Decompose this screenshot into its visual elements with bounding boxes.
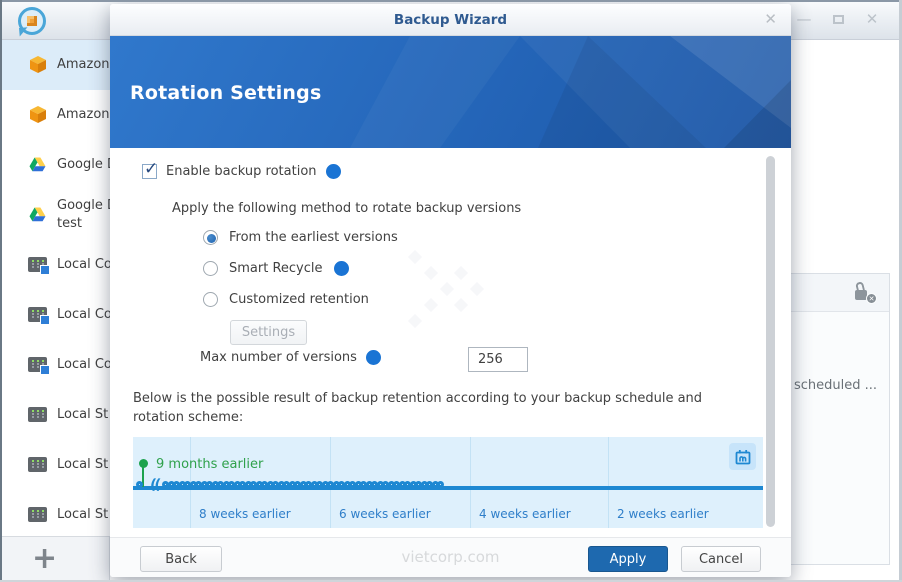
info-icon[interactable]	[333, 261, 349, 276]
timeline-section-label: 8 weeks earlier	[199, 507, 291, 521]
dialog-titlebar: Backup Wizard ✕	[110, 4, 791, 36]
sidebar-item-label: Google D	[57, 198, 110, 213]
sidebar-item-sublabel: test	[57, 216, 82, 231]
radio-earliest-versions-label: From the earliest versions	[229, 230, 398, 245]
enable-rotation-checkbox[interactable]	[142, 159, 158, 179]
nas-linked-icon	[28, 305, 50, 325]
window-controls: — ✕	[795, 10, 881, 28]
sidebar-item-label: Amazon	[57, 57, 110, 72]
version-dot	[136, 481, 143, 488]
info-icon[interactable]	[325, 164, 341, 179]
settings-button[interactable]: Settings	[230, 320, 307, 345]
chevron-decoration	[453, 297, 469, 313]
google-drive-icon	[28, 205, 48, 225]
sidebar-bottom-toolbar: +	[2, 536, 110, 580]
sidebar-item-local-1[interactable]: Local Co	[2, 240, 110, 290]
sidebar-item-label: Local Co	[57, 357, 110, 372]
backup-app-logo-icon	[18, 7, 46, 35]
google-drive-icon	[28, 155, 48, 175]
timeline-section: 4 weeks earlier	[470, 437, 608, 528]
chevron-decoration	[453, 265, 469, 281]
chevron-decoration	[407, 313, 423, 329]
backup-wizard-dialog: Backup Wizard ✕ Rotation Settings Enable…	[110, 4, 791, 577]
radio-customized-retention-label: Customized retention	[229, 292, 369, 307]
minimize-button[interactable]: —	[795, 10, 813, 28]
timeline-section-label: 2 weeks earlier	[617, 507, 709, 521]
info-icon[interactable]	[365, 350, 381, 365]
timeline-section-label: 4 weeks earlier	[479, 507, 571, 521]
chevron-decoration	[439, 281, 455, 297]
nas-icon	[28, 455, 48, 475]
dialog-body: Enable backup rotation Apply the followi…	[110, 148, 791, 537]
dialog-header: Rotation Settings	[110, 36, 791, 148]
timeline-break-icon: ((	[149, 477, 160, 493]
sidebar-item-label: Local Co	[57, 307, 110, 322]
sidebar-item-amazon-2[interactable]: Amazon	[2, 90, 110, 140]
sidebar-item-label: Amazon	[57, 107, 110, 122]
amazon-cube-icon	[28, 105, 48, 125]
radio-earliest-versions[interactable]	[203, 230, 218, 245]
window-border	[0, 0, 2, 582]
dialog-title: Backup Wizard	[393, 11, 508, 28]
sidebar-item-local-6[interactable]: Local St	[2, 490, 110, 536]
radio-smart-recycle[interactable]	[203, 261, 218, 276]
nas-icon	[28, 405, 48, 425]
sidebar-item-local-2[interactable]: Local Co	[2, 290, 110, 340]
rotation-method-label: Apply the following method to rotate bac…	[172, 201, 522, 216]
sidebar-item-local-4[interactable]: Local St	[2, 390, 110, 440]
chevron-decoration	[407, 249, 423, 265]
max-versions-label: Max number of versions	[200, 350, 357, 365]
cancel-button[interactable]: Cancel	[681, 546, 761, 572]
radio-customized-retention[interactable]	[203, 292, 218, 307]
sidebar-item-local-3[interactable]: Local Co	[2, 340, 110, 390]
sidebar-item-google-drive-test[interactable]: Google D test	[2, 190, 110, 240]
sidebar-item-amazon-1[interactable]: Amazon	[2, 40, 110, 90]
back-button[interactable]: Back	[140, 546, 222, 572]
amazon-cube-icon	[28, 55, 48, 75]
chevron-decoration	[423, 265, 439, 281]
timeline-section-label: 6 weeks earlier	[339, 507, 431, 521]
window-close-button[interactable]: ✕	[863, 10, 881, 28]
calendar-view-button[interactable]	[729, 443, 756, 470]
window-border	[0, 0, 902, 2]
maximize-button[interactable]	[829, 10, 847, 28]
maximize-icon	[832, 14, 844, 24]
dialog-scrollbar[interactable]	[766, 156, 775, 527]
sidebar-item-local-5[interactable]: Local St	[2, 440, 110, 490]
dialog-header-title: Rotation Settings	[130, 82, 322, 104]
chevron-decoration	[423, 297, 439, 313]
sidebar-item-google-drive-1[interactable]: Google D	[2, 140, 110, 190]
dialog-close-button[interactable]: ✕	[764, 10, 777, 28]
radio-smart-recycle-label: Smart Recycle	[229, 261, 323, 276]
sidebar-item-label: Google D	[57, 157, 110, 172]
enable-rotation-label: Enable backup rotation	[166, 164, 317, 179]
nas-icon	[28, 505, 48, 525]
calendar-icon	[735, 449, 750, 464]
application-window: — ✕ Amazon Amazon Google D	[0, 0, 902, 582]
sidebar-item-label: Local Co	[57, 257, 110, 272]
dialog-footer: vietcorp.com Back Apply Cancel	[110, 537, 791, 577]
oldest-version-label: 9 months earlier	[156, 457, 264, 472]
max-versions-input[interactable]	[468, 347, 528, 372]
add-task-button[interactable]: +	[32, 543, 57, 574]
background-status-text: scheduled ...	[794, 378, 878, 393]
nas-linked-icon	[28, 355, 50, 375]
version-dot-chain	[162, 481, 444, 488]
version-dot	[437, 481, 444, 488]
retention-description: Below is the possible result of backup r…	[133, 391, 703, 425]
sidebar-item-label: Local St	[57, 507, 109, 522]
chevron-decoration	[469, 281, 485, 297]
unlink-lock-icon[interactable]: ✕	[853, 281, 877, 304]
nas-linked-icon	[28, 255, 50, 275]
retention-timeline: 8 weeks earlier 6 weeks earlier 4 weeks …	[133, 437, 763, 528]
apply-button[interactable]: Apply	[588, 546, 668, 572]
sidebar-item-label: Local St	[57, 407, 109, 422]
backup-task-sidebar: Amazon Amazon Google D Google D test	[2, 40, 110, 536]
sidebar-item-label: Local St	[57, 457, 109, 472]
